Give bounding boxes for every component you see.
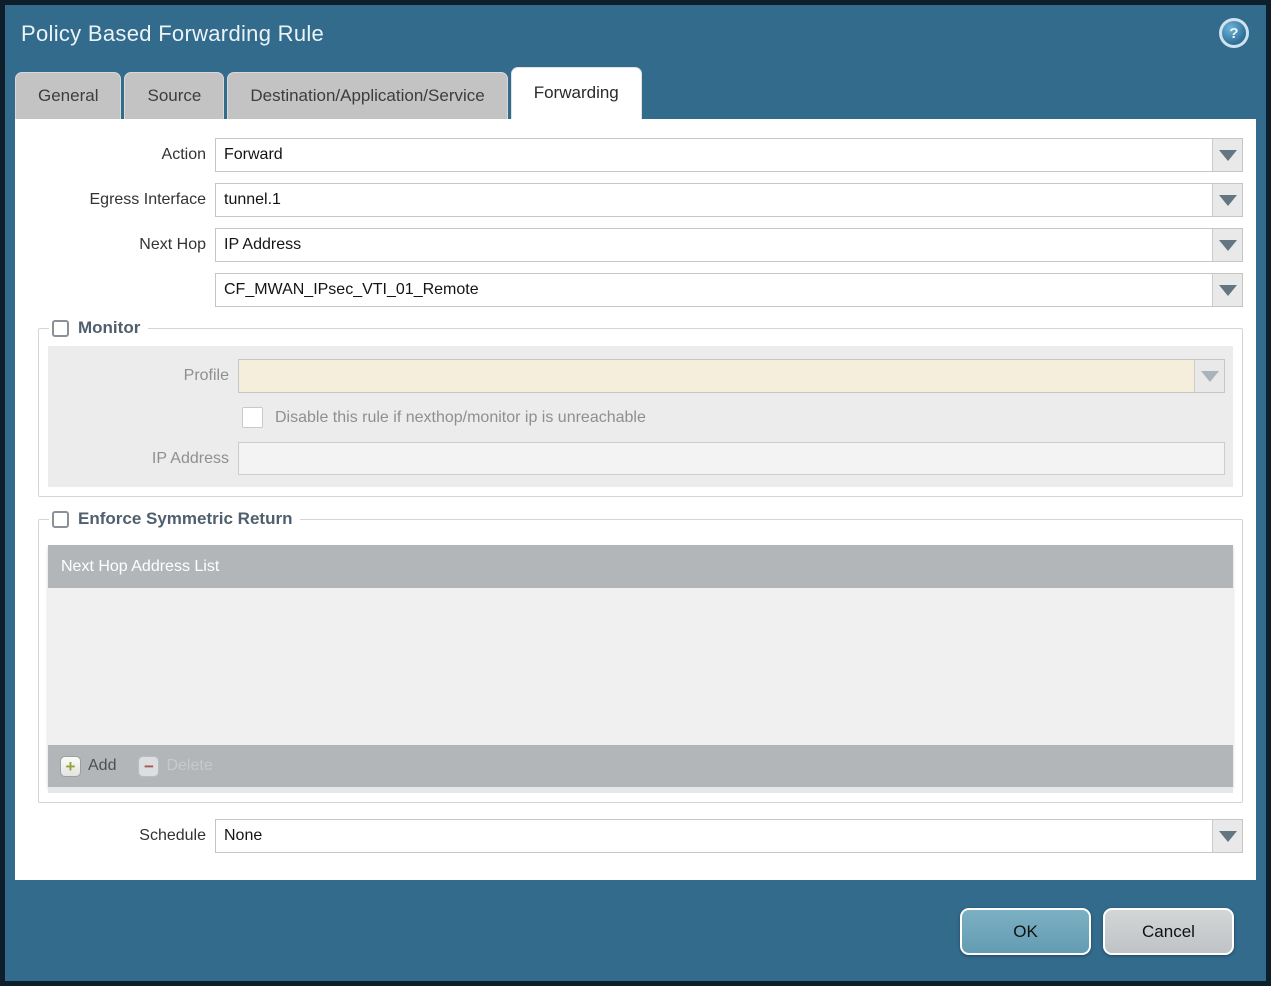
next-hop-address-list-header: Next Hop Address List: [48, 545, 1233, 588]
action-row: Action Forward: [15, 138, 1256, 172]
action-label: Action: [161, 146, 206, 163]
next-hop-row: Next Hop IP Address: [15, 228, 1256, 262]
tab-forwarding-label: Forwarding: [533, 83, 619, 102]
chevron-down-icon: [1218, 194, 1237, 206]
table-bottom-strip: [48, 787, 1233, 793]
ok-button[interactable]: OK: [960, 908, 1091, 955]
profile-label: Profile: [183, 367, 229, 384]
tab-forwarding[interactable]: Forwarding: [510, 67, 642, 119]
schedule-label: Schedule: [139, 827, 206, 844]
help-icon: ?: [1222, 21, 1246, 45]
monitor-legend: Monitor: [49, 318, 148, 338]
next-hop-address-list-table: Next Hop Address List + Add − Delete: [48, 545, 1233, 787]
monitor-ip-address-row: IP Address: [48, 442, 1233, 475]
delete-button-label: Delete: [166, 757, 213, 774]
schedule-row: Schedule None: [15, 819, 1256, 853]
disable-rule-row: Disable this rule if nexthop/monitor ip …: [242, 407, 1233, 428]
chevron-down-icon: [1218, 284, 1237, 296]
monitor-checkbox[interactable]: [52, 319, 69, 337]
delete-icon: −: [138, 755, 160, 777]
add-icon: +: [60, 755, 81, 777]
dialog-footer: OK Cancel: [960, 908, 1234, 955]
tab-general-label: General: [38, 86, 99, 105]
next-hop-type-dropdown-button[interactable]: [1212, 229, 1242, 261]
egress-interface-select[interactable]: tunnel.1: [215, 183, 1243, 217]
enforce-symmetric-return-checkbox[interactable]: [52, 510, 69, 528]
ip-address-input[interactable]: [238, 442, 1225, 475]
profile-value: [239, 360, 1194, 392]
chevron-down-icon: [1200, 370, 1219, 382]
monitor-section: Monitor Profile Disable this rule if nex…: [38, 318, 1243, 497]
monitor-section-label: Monitor: [78, 318, 141, 337]
egress-interface-label: Egress Interface: [89, 191, 207, 208]
help-button[interactable]: ?: [1219, 18, 1249, 48]
tab-source-label: Source: [147, 86, 202, 105]
tab-general[interactable]: General: [15, 72, 122, 119]
action-select[interactable]: Forward: [215, 138, 1243, 172]
egress-interface-dropdown-button[interactable]: [1212, 184, 1242, 216]
enforce-symmetric-return-label: Enforce Symmetric Return: [78, 509, 293, 528]
enforce-symmetric-return-legend: Enforce Symmetric Return: [49, 509, 300, 529]
next-hop-address-list-body[interactable]: [48, 588, 1233, 745]
ip-address-label: IP Address: [151, 449, 229, 467]
monitor-panel: Profile Disable this rule if nexthop/mon…: [48, 346, 1233, 487]
schedule-select[interactable]: None: [215, 819, 1243, 853]
next-hop-address-value: CF_MWAN_IPsec_VTI_01_Remote: [224, 281, 479, 298]
dialog-titlebar: Policy Based Forwarding Rule: [5, 5, 1266, 63]
schedule-value: None: [224, 827, 263, 844]
next-hop-address-list-toolbar: + Add − Delete: [48, 745, 1233, 787]
egress-interface-row: Egress Interface tunnel.1: [15, 183, 1256, 217]
egress-interface-value: tunnel.1: [224, 191, 281, 208]
next-hop-address-dropdown-button[interactable]: [1212, 274, 1242, 306]
chevron-down-icon: [1218, 149, 1237, 161]
next-hop-address-select[interactable]: CF_MWAN_IPsec_VTI_01_Remote: [215, 273, 1243, 307]
disable-rule-checkbox[interactable]: [242, 407, 263, 428]
policy-based-forwarding-rule-dialog: Policy Based Forwarding Rule ? General S…: [0, 0, 1271, 986]
next-hop-address-row: CF_MWAN_IPsec_VTI_01_Remote: [15, 273, 1256, 307]
action-dropdown-button[interactable]: [1212, 139, 1242, 171]
tab-destination-application-service-label: Destination/Application/Service: [250, 86, 485, 105]
forwarding-tab-panel: Action Forward Egress Interface tunnel.1: [15, 119, 1256, 880]
tab-source[interactable]: Source: [124, 72, 225, 119]
schedule-dropdown-button[interactable]: [1212, 820, 1242, 852]
chevron-down-icon: [1218, 239, 1237, 251]
next-hop-label: Next Hop: [139, 236, 206, 253]
disable-rule-label: Disable this rule if nexthop/monitor ip …: [275, 408, 646, 426]
tab-bar: General Source Destination/Application/S…: [5, 63, 1266, 119]
chevron-down-icon: [1218, 830, 1237, 842]
next-hop-type-select[interactable]: IP Address: [215, 228, 1243, 262]
tab-destination-application-service[interactable]: Destination/Application/Service: [227, 72, 508, 119]
next-hop-type-value: IP Address: [224, 236, 302, 253]
profile-dropdown-button[interactable]: [1194, 360, 1224, 392]
monitor-profile-row: Profile: [48, 359, 1233, 393]
profile-select[interactable]: [238, 359, 1225, 393]
action-value: Forward: [224, 146, 283, 163]
add-button-label: Add: [88, 757, 117, 774]
add-button[interactable]: + Add: [60, 755, 117, 777]
enforce-symmetric-return-section: Enforce Symmetric Return Next Hop Addres…: [38, 509, 1243, 803]
cancel-button[interactable]: Cancel: [1103, 908, 1234, 955]
dialog-title: Policy Based Forwarding Rule: [21, 21, 325, 46]
delete-button[interactable]: − Delete: [138, 755, 213, 777]
